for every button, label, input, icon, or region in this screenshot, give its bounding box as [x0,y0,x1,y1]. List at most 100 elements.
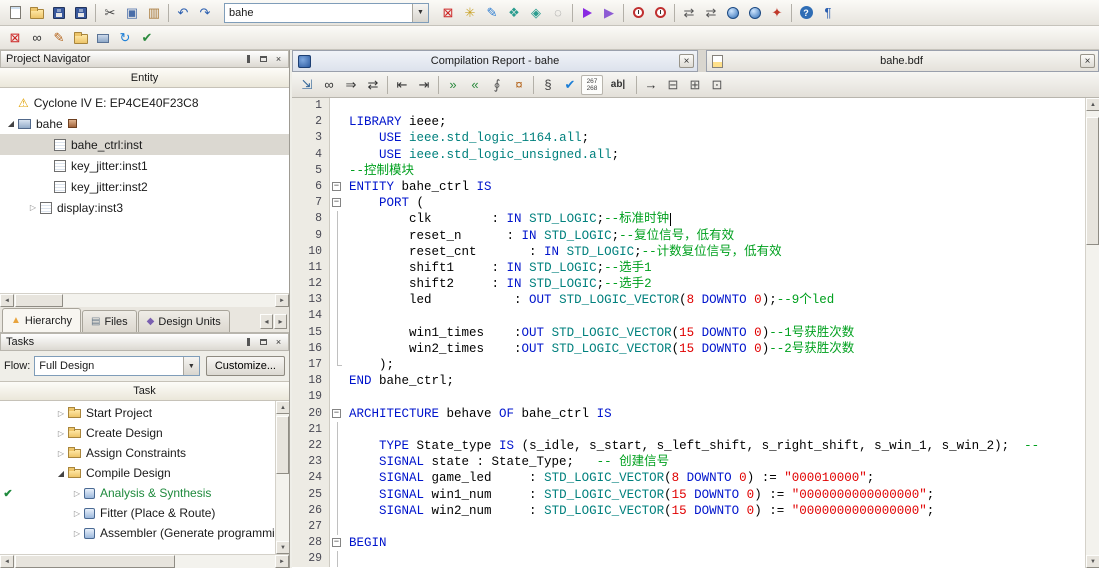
fold-collapse-icon[interactable]: − [332,181,341,191]
expand-icon[interactable]: ▷ [54,429,68,438]
undo-icon[interactable]: ↶ [172,3,194,23]
flow-combo[interactable]: Full Design ▼ [34,356,200,376]
hscroll-track[interactable] [14,294,275,307]
hscroll-track[interactable] [14,555,275,568]
stop-process-icon[interactable]: ⊠ [4,28,26,48]
collapse-icon[interactable]: ◢ [54,469,68,478]
export-icon[interactable]: ⇲ [296,75,318,95]
chevron-down-icon[interactable]: ▼ [412,3,428,22]
code-line[interactable]: 16 win2_times :OUT STD_LOGIC_VECTOR(15 D… [292,340,1085,358]
code-line[interactable]: 25 SIGNAL win1_num : STD_LOGIC_VECTOR(15… [292,486,1085,503]
fold-collapse-icon[interactable]: − [332,198,341,208]
scroll-right-icon[interactable]: ► [275,555,289,568]
scroll-down-icon[interactable]: ▼ [1086,555,1099,568]
goto-line-icon[interactable]: → [640,75,662,95]
code-line[interactable]: 1 [292,98,1085,115]
timing-analyzer-icon[interactable] [649,3,671,23]
code-area[interactable]: 1 2 LIBRARY ieee; 3 USE ieee.std_logic_1164… [292,98,1085,568]
vscroll-track[interactable] [276,414,289,541]
convert-data-icon[interactable] [744,3,766,23]
save-all-icon[interactable] [70,3,92,23]
customize-button[interactable]: Customize... [205,356,285,376]
line-numbers-icon[interactable]: 267 268 [581,74,603,95]
bookmark-icon[interactable]: ¤ [508,75,530,95]
tree-item-bahe[interactable]: ◢ bahe [0,113,289,134]
redo-icon[interactable]: ↷ [194,3,216,23]
code-line[interactable]: 24 SIGNAL game_led : STD_LOGIC_VECTOR(8 … [292,470,1085,487]
code-line[interactable]: 12 shift2 : IN STD_LOGIC;--选手2 [292,276,1085,293]
new-file-icon[interactable] [4,3,26,23]
code-line[interactable]: 29 [292,551,1085,568]
task-item-create-design[interactable]: ▷ Create Design [0,423,275,443]
code-line[interactable]: 3 USE ieee.std_logic_1164.all; [292,130,1085,147]
start-analysis-icon[interactable]: ▶ [598,3,620,23]
float-window-icon[interactable] [257,53,270,65]
find-icon[interactable]: ∞ [318,75,340,95]
code-line[interactable]: 27 [292,518,1085,536]
split-window-icon[interactable]: ⊟ [662,75,684,95]
save-icon[interactable] [48,3,70,23]
word-wrap-icon[interactable]: ab| [603,75,633,95]
close-icon[interactable]: × [272,336,285,348]
code-line[interactable]: 10 reset_cnt : IN STD_LOGIC;--计数复位信号，低有效 [292,243,1085,261]
tab-hierarchy[interactable]: ▲ Hierarchy [2,308,81,332]
fold-collapse-icon[interactable]: − [332,538,341,548]
code-line[interactable]: 4 USE ieee.std_logic_unsigned.all; [292,146,1085,163]
open-folder-icon[interactable] [26,3,48,23]
scroll-up-icon[interactable]: ▲ [1086,98,1099,111]
vhdl-editor[interactable]: 1 2 LIBRARY ieee; 3 USE ieee.std_logic_1164… [292,98,1099,568]
cd-icon[interactable]: ◌ [547,3,569,23]
float-window-icon[interactable] [257,336,270,348]
new-window-icon[interactable]: ⊞ [684,75,706,95]
task-item-fitter-place-route[interactable]: ▷ Fitter (Place & Route) [0,503,275,523]
find-next-icon[interactable]: ⇒ [340,75,362,95]
template-icon[interactable]: § [537,75,559,95]
vscroll-track[interactable] [1086,111,1099,555]
design-partition-icon[interactable]: ❖ [503,3,525,23]
expand-icon[interactable]: ▷ [54,449,68,458]
resource-icon[interactable]: ✦ [766,3,788,23]
task-item-analysis-synthesis[interactable]: ✔ ▷ Analysis & Synthesis [0,483,275,503]
cut-icon[interactable]: ✂ [99,3,121,23]
attach-icon[interactable]: ∮ [486,75,508,95]
code-line[interactable]: 6− ENTITY bahe_ctrl IS [292,178,1085,196]
expand-icon[interactable]: ▷ [26,203,40,212]
code-line[interactable]: 20− ARCHITECTURE behave OF bahe_ctrl IS [292,405,1085,422]
syntax-check-icon[interactable]: ✔ [559,75,581,95]
task-item-assembler-generate-programming[interactable]: ▷ Assembler (Generate programming [0,523,275,543]
comment-icon[interactable]: » [442,75,464,95]
edit-icon[interactable]: ✎ [48,28,70,48]
code-line[interactable]: 28− BEGIN [292,535,1085,552]
help-icon[interactable] [795,3,817,23]
pin-icon[interactable] [242,336,255,348]
expand-icon[interactable]: ▷ [70,529,84,538]
archive-icon[interactable] [70,28,92,48]
code-line[interactable]: 8 clk : IN STD_LOGIC;--标准时钟 [292,211,1085,228]
replace-icon[interactable]: ⇄ [362,75,384,95]
tab-files[interactable]: ▤ Files [81,310,137,332]
close-icon[interactable]: × [1080,54,1095,68]
paste-icon[interactable]: ▥ [143,3,165,23]
code-line[interactable]: 21 [292,421,1085,439]
task-item-assign-constraints[interactable]: ▷ Assign Constraints [0,443,275,463]
code-line[interactable]: 17 ); [292,357,1085,374]
tech-map-viewer-icon[interactable]: ⇄ [700,3,722,23]
code-line[interactable]: 23 SIGNAL state : State_Type; -- 创建信号 [292,454,1085,471]
scroll-left-icon[interactable]: ◄ [0,294,14,307]
detach-window-icon[interactable]: ⊡ [706,75,728,95]
tab-next-icon[interactable]: ▸ [274,314,287,329]
vscroll-thumb[interactable] [1086,117,1099,245]
close-icon[interactable]: × [679,54,694,68]
tree-item-key-jitter-inst1[interactable]: key_jitter:inst1 [0,155,289,176]
code-line[interactable]: 9 reset_n : IN STD_LOGIC;--复位信号，低有效 [292,227,1085,244]
tab-bahe-bdf[interactable]: bahe.bdf × [706,50,1099,72]
code-line[interactable]: 15 win1_times :OUT STD_LOGIC_VECTOR(15 D… [292,324,1085,342]
code-line[interactable]: 11 shift1 : IN STD_LOGIC;--选手1 [292,259,1085,277]
timequest-icon[interactable] [627,3,649,23]
outdent-icon[interactable]: ⇤ [391,75,413,95]
expand-icon[interactable]: ▷ [54,409,68,418]
tree-item-display-inst3[interactable]: ▷ display:inst3 [0,197,289,218]
expand-icon[interactable]: ▷ [70,509,84,518]
refresh-icon[interactable]: ↻ [114,28,136,48]
code-line[interactable]: 14 [292,308,1085,325]
